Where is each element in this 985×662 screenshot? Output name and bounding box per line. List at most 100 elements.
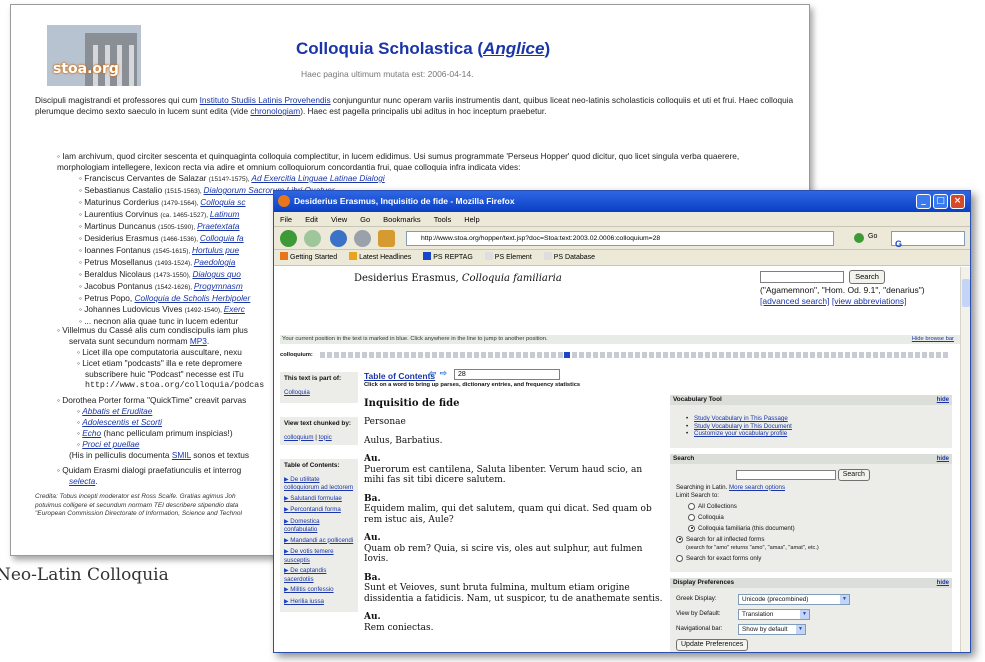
bookmark-item[interactable]: PS REPTAG: [423, 252, 473, 261]
toc-item-link[interactable]: ▶ De captandis sacerdotiis: [284, 567, 354, 583]
menu-item-edit[interactable]: Edit: [305, 215, 318, 224]
slide-caption: Neo-Latin Colloquia: [0, 565, 169, 585]
work-link[interactable]: Latinum: [210, 209, 240, 219]
search-radio-option[interactable]: Colloquia familiaria (this document): [688, 524, 948, 533]
reload-icon[interactable]: [330, 230, 347, 247]
line-text[interactable]: Equidem malim, qui det salutem, quam qui…: [364, 504, 664, 525]
toc-item-link[interactable]: ▶ Salutandi formulae: [284, 495, 354, 504]
go-label[interactable]: Go: [868, 233, 877, 240]
chunk-topic-link[interactable]: topic: [319, 434, 332, 441]
radio-icon[interactable]: [676, 554, 683, 562]
menu-item-file[interactable]: File: [280, 215, 292, 224]
anglice-link[interactable]: Anglice: [483, 39, 544, 58]
chronology-link[interactable]: chronologiam: [250, 106, 300, 116]
bookmark-item[interactable]: PS Database: [543, 252, 595, 261]
chunk-colloquium-link[interactable]: colloquium: [284, 434, 314, 441]
work-link[interactable]: Dialogus quo: [192, 269, 240, 279]
work-link[interactable]: Praetextata: [197, 221, 239, 231]
search-radio-option[interactable]: Search for exact forms only: [676, 554, 948, 563]
greek-display-select[interactable]: Unicode (precombined) ▼: [738, 593, 850, 605]
url-bar[interactable]: http://www.stoa.org/hopper/text.jsp?doc=…: [406, 231, 834, 246]
nav-bar-select[interactable]: Show by default ▼: [738, 623, 806, 635]
radio-icon[interactable]: [688, 502, 695, 510]
toc-item-link[interactable]: ▶ De utilitate colloquiorum ad lectorem: [284, 476, 354, 492]
update-preferences-button[interactable]: Update Preferences: [676, 638, 749, 651]
menu-item-help[interactable]: Help: [464, 215, 479, 224]
vocab-hide-link[interactable]: hide: [937, 395, 949, 405]
forward-icon[interactable]: [304, 230, 321, 247]
menu-item-tools[interactable]: Tools: [434, 215, 452, 224]
more-search-options-link[interactable]: More search options: [729, 484, 785, 491]
work-link[interactable]: Colloquia fa: [200, 233, 244, 243]
vocab-link[interactable]: Customize your vocabulary profile: [676, 430, 948, 438]
toc-item-link[interactable]: ▶ De votis temere susceptis: [284, 548, 354, 564]
menu-item-go[interactable]: Go: [360, 215, 370, 224]
triangle-right-icon: ▶: [284, 518, 291, 525]
work-link[interactable]: Hortulus pue: [192, 245, 239, 255]
radio-icon[interactable]: [688, 524, 695, 532]
text-search-button[interactable]: Search: [837, 468, 870, 481]
colloquia-link[interactable]: Colloquia: [284, 389, 354, 397]
text-search-input[interactable]: [736, 469, 836, 480]
menu-item-bookmarks[interactable]: Bookmarks: [383, 215, 421, 224]
line-text[interactable]: Rem coniectas.: [364, 623, 664, 634]
stoa-logo[interactable]: stoa.org: [47, 25, 141, 86]
maximize-icon[interactable]: □: [933, 194, 948, 209]
go-icon[interactable]: [854, 233, 864, 243]
toc-item-link[interactable]: ▶ Herilia iussa: [284, 598, 354, 607]
display-hide-link[interactable]: hide: [937, 578, 949, 588]
work-link[interactable]: Ad Exercitia Linguae Latinae Dialogi: [251, 173, 384, 183]
search-engine-box[interactable]: G: [891, 231, 965, 249]
film-link[interactable]: Adolescentis et Scorti: [82, 417, 162, 427]
mp3-link[interactable]: MP3: [190, 336, 207, 346]
film-link[interactable]: Proci et puellae: [82, 439, 139, 449]
advanced-search-link[interactable]: [advanced search]: [760, 296, 829, 306]
line-text[interactable]: Sunt et Veioves, sunt bruta fulmina, mul…: [364, 583, 664, 604]
echo-link[interactable]: Echo: [82, 428, 101, 438]
close-icon[interactable]: ×: [950, 194, 965, 209]
search-radio-option[interactable]: All Collections: [688, 502, 948, 511]
search-radio-option[interactable]: Search for all inflected forms (search fo…: [676, 535, 948, 552]
menu-item-view[interactable]: View: [331, 215, 347, 224]
site-search-button[interactable]: Search: [849, 270, 885, 284]
toc-item-link[interactable]: ▶ Mandandi ac pollicendi: [284, 537, 354, 546]
site-search-input[interactable]: [760, 271, 844, 283]
vertical-scrollbar[interactable]: [960, 267, 970, 652]
work-link[interactable]: Progymnasm: [194, 281, 243, 291]
work-link[interactable]: Colloquia de Scholis Herbipoler: [135, 293, 251, 303]
hide-browse-bar-link[interactable]: Hide browse bar: [912, 335, 954, 344]
toc-item-link[interactable]: ▶ Militis confessio: [284, 586, 354, 595]
stop-icon[interactable]: [354, 230, 371, 247]
firefox-icon: [278, 195, 290, 207]
greek-label: Greek Display:: [676, 595, 717, 602]
minimize-icon[interactable]: _: [916, 194, 931, 209]
scrollbar-thumb[interactable]: [962, 279, 970, 307]
view-abbreviations-link[interactable]: [view abbreviations]: [832, 296, 907, 306]
back-icon[interactable]: [280, 230, 297, 247]
line-text[interactable]: Quam ob rem? Quia, si scire vis, oles au…: [364, 544, 664, 565]
film-link[interactable]: Abbatis et Eruditae: [82, 406, 152, 416]
bookmark-item[interactable]: Latest Headlines: [349, 252, 411, 261]
work-link[interactable]: Colloquia sc: [200, 197, 245, 207]
menu-bar: File Edit View Go Bookmarks Tools Help: [274, 212, 970, 227]
work-link[interactable]: Paedologia: [194, 257, 236, 267]
vocab-link[interactable]: Study Vocabulary in This Passage: [676, 415, 948, 423]
search-radio-option[interactable]: Colloquia: [688, 513, 948, 522]
toc-item-link[interactable]: ▶ Percontandi forma: [284, 506, 354, 515]
colloquium-browse-strip[interactable]: [320, 352, 948, 358]
radio-icon[interactable]: [676, 535, 683, 543]
institute-link[interactable]: Instituto Studiis Latinis Provehendis: [200, 95, 331, 105]
radio-icon[interactable]: [688, 513, 695, 521]
selecta-link[interactable]: selecta: [69, 476, 95, 486]
view-default-select[interactable]: Translation ▼: [738, 608, 810, 620]
search-hide-link[interactable]: hide: [937, 454, 949, 464]
work-link[interactable]: Exerc: [224, 304, 245, 314]
home-icon[interactable]: [378, 230, 395, 247]
smil-link[interactable]: SMIL: [172, 450, 191, 460]
toc-heading[interactable]: Table of Contents: [364, 371, 664, 381]
toc-item-link[interactable]: ▶ Domestica confabulatio: [284, 518, 354, 534]
bookmark-item[interactable]: Getting Started: [280, 252, 337, 261]
bookmark-item[interactable]: PS Element: [484, 252, 532, 261]
vocab-link[interactable]: Study Vocabulary in This Document: [676, 423, 948, 431]
line-text[interactable]: Puerorum est cantilena, Saluta libenter.…: [364, 465, 664, 486]
